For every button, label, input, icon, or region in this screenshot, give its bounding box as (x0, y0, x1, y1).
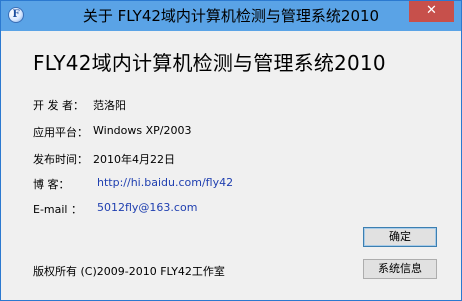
developer-value: 范洛阳 (93, 99, 126, 112)
platform-label: 应用平台： (33, 126, 88, 139)
system-info-button[interactable]: 系统信息 (363, 259, 437, 279)
window-title: 关于 FLY42域内计算机检测与管理系统2010 (82, 7, 380, 25)
blog-link[interactable]: http://hi.baidu.com/fly42 (97, 176, 233, 189)
email-label: E-mail ： (33, 203, 82, 216)
email-link[interactable]: 5012fly@163.com (97, 201, 197, 214)
info-row-email: E-mail ： 5012fly@163.com (33, 201, 197, 217)
release-date-value: 2010年4月22日 (93, 153, 175, 166)
copyright-text: 版权所有 (C)2009-2010 FLY42工作室 (33, 265, 225, 278)
developer-label: 开 发 者： (33, 99, 84, 112)
ok-button[interactable]: 确定 (363, 227, 437, 247)
platform-value: Windows XP/2003 (93, 124, 192, 137)
info-row-release-date: 发布时间： 2010年4月22日 (33, 151, 175, 167)
blog-label: 博 客： (33, 178, 70, 191)
info-row-platform: 应用平台： Windows XP/2003 (33, 124, 191, 140)
app-heading: FLY42域内计算机检测与管理系统2010 (33, 51, 386, 75)
close-button[interactable]: ✕ (409, 1, 454, 22)
info-row-developer: 开 发 者： 范洛阳 (33, 97, 126, 113)
title-bar[interactable]: F 关于 FLY42域内计算机检测与管理系统2010 ✕ (1, 1, 461, 31)
release-date-label: 发布时间： (33, 153, 88, 166)
about-dialog: F 关于 FLY42域内计算机检测与管理系统2010 ✕ FLY42域内计算机检… (0, 0, 462, 301)
info-row-blog: 博 客： http://hi.baidu.com/fly42 (33, 176, 233, 192)
